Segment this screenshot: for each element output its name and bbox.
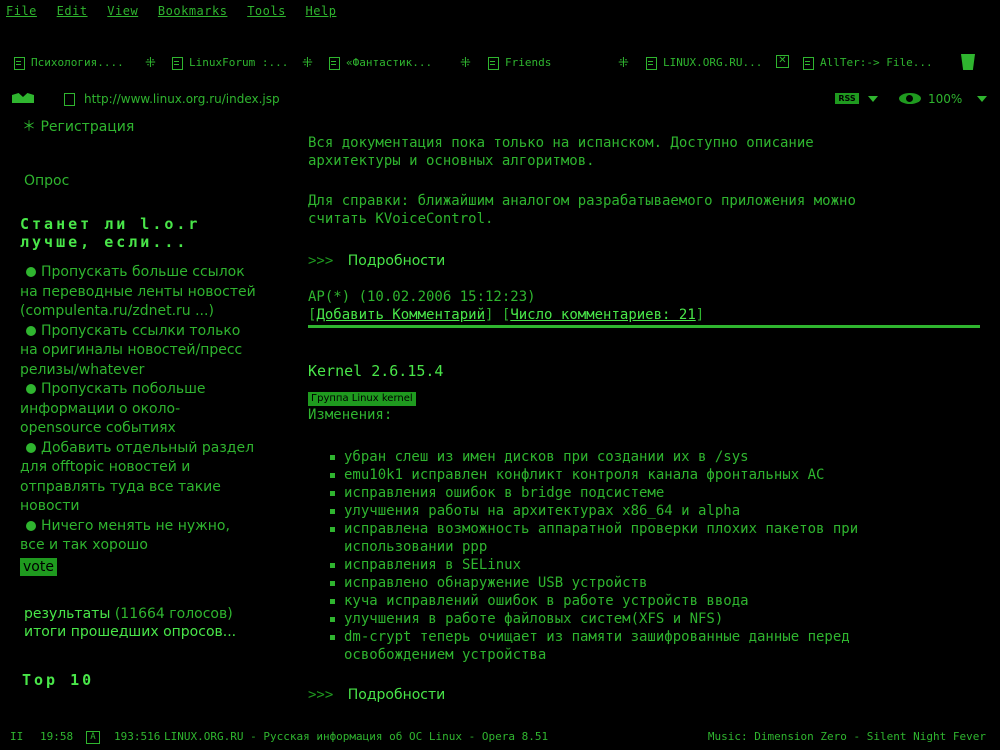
- list-item: улучшения работы на архитектурах x86_64 …: [308, 502, 988, 520]
- asterisk-icon: ＊: [22, 119, 36, 135]
- changes-label: Изменения:: [308, 407, 393, 423]
- past-polls-link[interactable]: итоги прошедших опросов...: [24, 623, 305, 641]
- close-tab-icon[interactable]: ⁜: [302, 56, 313, 71]
- document-icon: [329, 56, 340, 70]
- radio-icon[interactable]: [26, 520, 36, 531]
- menu-view[interactable]: View: [107, 4, 138, 18]
- changes-list: убран слеш из имен дисков при создании и…: [308, 448, 988, 664]
- tab-allter[interactable]: AllTer:-> File...: [803, 52, 933, 74]
- poll-results: результаты (11664 голосов) итоги прошедш…: [24, 605, 305, 641]
- paragraph: Для справки: ближайшим аналогом разрабат…: [308, 193, 856, 227]
- list-item: убран слеш из имен дисков при создании и…: [308, 448, 988, 466]
- close-active-tab-icon[interactable]: ✕: [776, 55, 789, 68]
- poll-option[interactable]: Пропускать больше ссылок на переводные л…: [20, 263, 305, 322]
- list-item: исправления ошибок в bridge подсистеме: [308, 484, 988, 502]
- document-icon: [488, 56, 499, 70]
- results-link[interactable]: результаты: [24, 606, 110, 622]
- rss-icon[interactable]: RSS: [835, 93, 859, 104]
- top-10-heading: Top 10: [22, 671, 95, 689]
- tab-linux-org-ru[interactable]: LINUX.ORG.RU...: [646, 52, 762, 74]
- window-title: LINUX.ORG.RU - Русская информация об ОС …: [164, 730, 549, 743]
- menu-edit[interactable]: Edit: [57, 4, 88, 18]
- poll-options: Пропускать больше ссылок на переводные л…: [20, 263, 305, 556]
- url-field[interactable]: http://www.linux.org.ru/index.jsp: [84, 92, 280, 106]
- tab-fantastic[interactable]: «Фантастик...: [329, 52, 432, 74]
- clock: 19:58: [40, 730, 74, 743]
- poll-option[interactable]: Добавить отдельный раздел для offtopic н…: [20, 439, 305, 517]
- more-row: >>> Подробности: [308, 686, 988, 704]
- list-item: улучшения в работе файловых систем(XFS и…: [308, 610, 988, 628]
- poll-option[interactable]: Пропускать побольше информации о около- …: [20, 380, 305, 439]
- group-badge[interactable]: Группа Linux kernel: [308, 392, 416, 406]
- list-item: dm-crypt теперь очищает из памяти зашифр…: [308, 628, 988, 664]
- add-comment-link[interactable]: Добавить Комментарий: [316, 307, 485, 323]
- news-headline: Kernel 2.6.15.4: [308, 362, 444, 380]
- sidebar: ＊ Регистрация Опрос Станет ли l.o.r лучш…: [20, 118, 305, 691]
- document-icon: [803, 56, 814, 70]
- vote-button[interactable]: vote: [20, 557, 57, 576]
- paragraph: Вся документация пока только на испанско…: [308, 135, 814, 169]
- more-link[interactable]: Подробности: [348, 253, 446, 269]
- poll-option[interactable]: Пропускать ссылки только на оригиналы но…: [20, 322, 305, 381]
- list-item: emu10k1 исправлен конфликт контроля кана…: [308, 466, 988, 484]
- tab-linuxforum[interactable]: LinuxForum :...: [172, 52, 288, 74]
- document-icon: [646, 56, 657, 70]
- list-item: исправлено обнаружение USB устройств: [308, 574, 988, 592]
- trash-icon[interactable]: [961, 54, 975, 70]
- document-icon: [172, 56, 183, 70]
- close-tab-icon[interactable]: ⁜: [145, 56, 156, 71]
- more-row: >>> Подробности: [308, 252, 988, 270]
- radio-icon[interactable]: [26, 325, 36, 336]
- status-bar: II 19:58 A 193:516 LINUX.ORG.RU - Русска…: [0, 726, 1000, 750]
- music-status: Music: Dimension Zero - Silent Night Fev…: [707, 730, 986, 743]
- opera-logo-icon[interactable]: [12, 93, 34, 103]
- register-row[interactable]: ＊ Регистрация: [22, 118, 305, 138]
- list-item: куча исправлений ошибок в работе устройс…: [308, 592, 988, 610]
- register-link[interactable]: Регистрация: [40, 119, 134, 135]
- author-line: AP(*) (10.02.2006 15:12:23): [308, 289, 536, 305]
- poll-option[interactable]: Ничего менять не нужно, все и так хорошо: [20, 517, 305, 556]
- radio-icon[interactable]: [26, 384, 36, 394]
- list-item: исправлена возможность аппаратной провер…: [308, 520, 988, 556]
- pause-icon[interactable]: II: [10, 726, 23, 748]
- poll-title: Опрос: [24, 172, 70, 189]
- poll-question: Станет ли l.o.r лучше, если...: [20, 215, 201, 251]
- zoom-chevron-down-icon[interactable]: [977, 96, 987, 102]
- comment-count-link[interactable]: Число комментариев: 21: [510, 307, 695, 323]
- tab-bar: Психология.... ⁜ LinuxForum :... ⁜ «Фант…: [0, 52, 1000, 76]
- zoom-level[interactable]: 100%: [928, 92, 962, 106]
- chevron-down-icon[interactable]: [868, 96, 878, 102]
- close-tab-icon[interactable]: ⁜: [618, 56, 629, 71]
- radio-icon[interactable]: [26, 442, 36, 453]
- radio-icon[interactable]: [26, 267, 36, 277]
- input-mode-icon[interactable]: A: [86, 731, 100, 744]
- document-icon: [14, 56, 25, 70]
- tab-friends[interactable]: Friends: [488, 52, 551, 74]
- menu-file[interactable]: File: [6, 4, 37, 18]
- menu-help[interactable]: Help: [306, 4, 337, 18]
- load-counter: 193:516: [114, 730, 161, 743]
- comment-row: [Добавить Комментарий] [Число комментари…: [308, 307, 705, 323]
- document-icon: [64, 93, 75, 106]
- divider: [308, 325, 980, 328]
- menu-bookmarks[interactable]: Bookmarks: [158, 4, 228, 18]
- arrows: >>>: [308, 687, 334, 703]
- address-bar: http://www.linux.org.ru/index.jsp RSS 10…: [0, 88, 1000, 114]
- more-link[interactable]: Подробности: [348, 687, 446, 703]
- tab-psychology[interactable]: Психология....: [14, 52, 124, 74]
- main-content: Вся документация пока только на испанско…: [308, 134, 988, 704]
- eye-icon[interactable]: [899, 93, 921, 104]
- close-tab-icon[interactable]: ⁜: [460, 56, 471, 71]
- menu-bar: File Edit View Bookmarks Tools Help: [6, 4, 348, 18]
- menu-tools[interactable]: Tools: [247, 4, 286, 18]
- results-count: (11664 голосов): [114, 606, 233, 622]
- list-item: исправления в SELinux: [308, 556, 988, 574]
- arrows: >>>: [308, 253, 334, 269]
